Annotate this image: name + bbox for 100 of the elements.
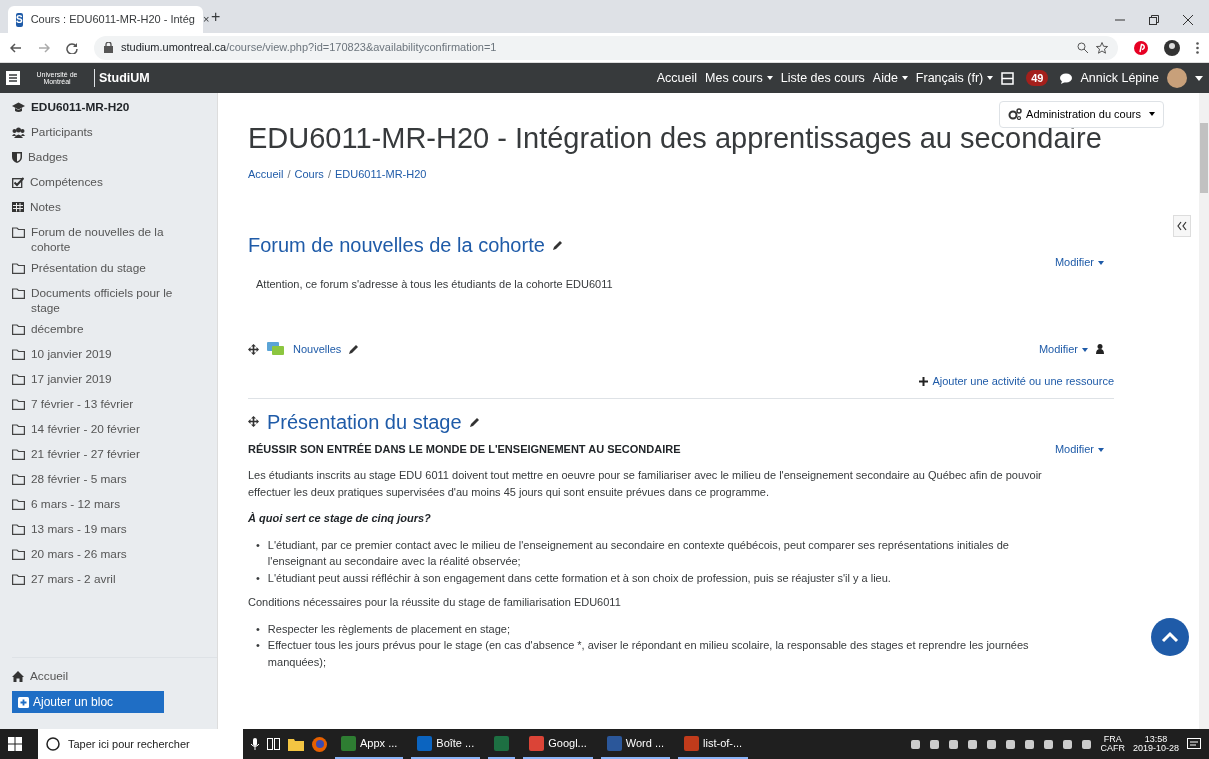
taskbar-clock[interactable]: 13:58 2019-10-28 [1132,735,1179,753]
sidebar-item[interactable]: Forum de nouvelles de la cohorte [12,222,202,258]
sidebar-item[interactable]: Documents officiels pour le stage [12,283,202,319]
task-view-icon[interactable] [267,738,280,750]
summary-paragraph: Conditions nécessaires pour la réussite du stage de familiarisation EDU6011 [248,595,622,611]
breadcrumb-link[interactable]: EDU6011-MR-H20 [334,165,427,183]
sidebar-item[interactable]: 14 février - 20 février [12,419,202,444]
chevron-up-icon [1161,631,1179,643]
move-icon[interactable] [248,416,259,428]
menu-icon[interactable] [6,71,20,85]
nav-menu-item[interactable]: Français (fr) [915,68,994,88]
folder-app-icon[interactable] [288,737,304,751]
taskbar-app[interactable]: Appx ... [335,729,404,759]
tray-icon[interactable] [1043,738,1055,750]
course-admin-button[interactable]: Administration du cours [999,101,1164,128]
tray-icon[interactable] [967,738,979,750]
sidebar-item[interactable]: 6 mars - 12 mars [12,494,202,519]
pencil-icon[interactable] [552,240,563,251]
section-title[interactable]: Forum de nouvelles de la cohorte [248,230,545,261]
tray-icon[interactable] [948,738,960,750]
profile-avatar-icon[interactable] [1164,39,1180,56]
user-name[interactable]: Annick Lépine [1080,68,1159,88]
zoom-icon[interactable] [1077,42,1088,53]
move-icon[interactable] [248,343,259,355]
browser-app-icon[interactable] [312,736,327,752]
tray-icon[interactable] [1024,738,1036,750]
section-title[interactable]: Présentation du stage [267,406,462,437]
sidebar-item[interactable]: 27 mars - 2 avril [12,569,202,594]
reload-icon[interactable] [66,41,78,54]
sidebar-item[interactable]: Participants [12,122,202,147]
star-icon[interactable] [1096,41,1108,54]
folder-icon [12,263,25,274]
scrollbar[interactable] [1199,93,1209,729]
breadcrumb-link[interactable]: Accueil [248,165,284,183]
address-bar[interactable]: studium.umontreal.ca/course/view.php?id=170823&availabilityconfirmation=1 [94,35,1118,60]
sidebar-item[interactable]: Présentation du stage [12,258,202,283]
sidebar-item[interactable]: 21 février - 27 février [12,444,202,469]
nav-menu-item[interactable]: Mes cours [705,68,773,88]
brand-link[interactable]: StudiUM [94,68,150,88]
tray-icon[interactable] [929,738,941,750]
folder-icon [12,499,25,510]
drawer-icon[interactable] [1001,71,1015,85]
tray-icon[interactable] [986,738,998,750]
list-item: Respecter les règlements de placement en stage; [267,621,510,637]
notification-badge[interactable]: 49 [1026,70,1049,86]
folder-icon [12,474,25,485]
taskbar-app[interactable]: Word ... [600,729,671,759]
folder-icon [12,524,25,535]
edit-menu-link[interactable]: Modifier [1054,254,1104,271]
pencil-icon[interactable] [469,416,480,427]
sidebar-item[interactable]: Accueil [12,666,202,691]
sidebar-item[interactable]: Notes [12,197,202,222]
folder-icon [12,227,25,238]
pencil-icon[interactable] [349,344,360,355]
sidebar-item[interactable]: Badges [12,147,202,172]
forum-icon[interactable] [267,341,285,357]
user-icon[interactable] [1096,344,1104,355]
tray-icon[interactable] [910,738,922,750]
tab-close-button[interactable]: × [202,11,210,28]
breadcrumb-link[interactable]: Cours [294,165,324,183]
bullet: • [256,570,260,586]
nav-menu-item[interactable]: Accueil [656,68,698,88]
taskbar-search-field[interactable]: Taper ici pour rechercher [38,729,243,759]
tray-icon[interactable] [1081,738,1093,750]
taskbar-app[interactable]: list-of-... [678,729,749,759]
sidebar-item[interactable]: 17 janvier 2019 [12,369,202,394]
sidebar-item[interactable]: 7 février - 13 février [12,394,202,419]
edit-menu-link[interactable]: Modifier [1038,340,1088,358]
more-icon[interactable] [1196,41,1199,54]
sidebar-item[interactable]: 28 février - 5 mars [12,469,202,494]
close-icon[interactable] [1183,14,1193,25]
tray-icon[interactable] [1005,738,1017,750]
edit-menu-link[interactable]: Modifier [1054,440,1104,458]
sidebar-item[interactable]: décembre [12,319,202,344]
new-tab-button[interactable]: + [211,5,221,29]
nav-menu-item[interactable]: Aide [872,68,908,88]
sidebar-item[interactable]: EDU6011-MR-H20 [12,97,202,122]
sidebar-item[interactable]: 20 mars - 26 mars [12,544,202,569]
back-icon[interactable] [10,41,22,54]
caret-icon[interactable] [1195,75,1203,81]
sidebar-item[interactable]: Compétences [12,172,202,197]
shield-icon [12,152,22,163]
taskbar-app[interactable]: Boîte ... [411,729,481,759]
collapse-chevrons-icon[interactable] [1173,215,1191,237]
sidebar-item[interactable]: 10 janvier 2019 [12,344,202,369]
chat-icon[interactable] [1060,72,1073,84]
restore-icon[interactable] [1149,14,1159,25]
scroll-to-top-button[interactable] [1151,618,1189,656]
nav-menu-item[interactable]: Liste des cours [780,68,865,88]
add-activity-link[interactable]: Ajouter une activité ou une ressource [932,373,1114,390]
add-block-button[interactable]: Ajouter un bloc [12,691,164,713]
taskbar-app[interactable]: Googl... [523,729,593,759]
windows-start-icon[interactable] [8,737,22,751]
sidebar-item[interactable]: 13 mars - 19 mars [12,519,202,544]
activity-link[interactable]: Nouvelles [293,340,342,358]
tray-icon[interactable] [1062,738,1074,750]
avatar-icon[interactable] [1167,67,1187,89]
notifications-icon[interactable] [1187,737,1201,751]
input-language-indicator[interactable]: FRA CAFR [1100,735,1125,753]
microphone-icon[interactable] [251,738,259,750]
